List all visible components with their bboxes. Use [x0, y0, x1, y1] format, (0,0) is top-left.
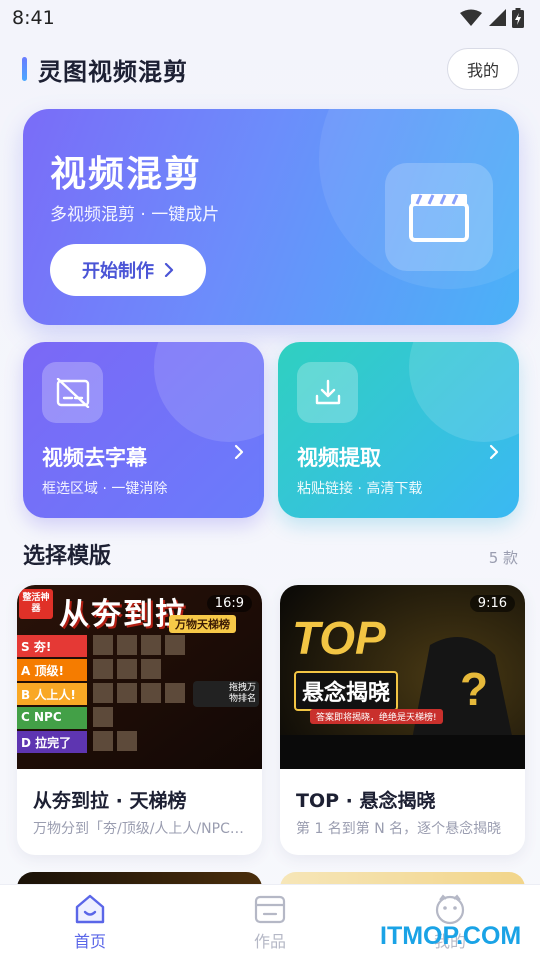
tab-home[interactable]: 首页 [50, 893, 130, 952]
thumb-tier-d: D 拉完了 [21, 736, 72, 750]
thumb-caption: 答案即将揭晓，绝绝是天梯榜! [310, 709, 443, 724]
tab-home-label: 首页 [73, 932, 106, 951]
wifi-icon [460, 9, 482, 26]
template-thumbnail: ? TOP 悬念揭晓 答案即将揭晓，绝绝是天梯榜! 9:16 [280, 585, 525, 769]
app-title: 灵图视频混剪 [38, 58, 188, 86]
template-title: 从夯到拉 · 天梯榜 [33, 790, 187, 812]
app-header: 灵图视频混剪 我的 [0, 48, 540, 90]
thumb-subline: 万物天梯榜 [169, 615, 236, 633]
card-decor-circle [409, 342, 519, 442]
template-description: 第 1 名到第 N 名，逐个悬念揭晓 [296, 821, 502, 837]
video-extract-subtitle: 粘贴链接 · 高清下载 [297, 481, 423, 497]
mine-button[interactable]: 我的 [447, 48, 519, 90]
svg-text:?: ? [460, 663, 488, 715]
thumb-subline: 悬念揭晓 [294, 671, 399, 711]
card-decor-circle [154, 342, 264, 442]
profile-icon [435, 894, 465, 925]
subtitle-off-icon [42, 362, 103, 423]
template-title: TOP · 悬念揭晓 [296, 790, 436, 812]
folder-icon [254, 895, 286, 924]
hero-subtitle: 多视频混剪 · 一键成片 [50, 205, 220, 225]
remove-subtitle-card[interactable]: 视频去字幕 框选区域 · 一键消除 [23, 342, 264, 518]
thumb-side-note: 拖拽万物排名 [229, 683, 257, 704]
video-extract-title: 视频提取 [297, 446, 381, 470]
tab-works-label: 作品 [253, 932, 286, 951]
status-time: 8:41 [12, 7, 55, 29]
chevron-right-icon [234, 444, 244, 460]
thumb-headline: TOP [292, 612, 386, 664]
remove-subtitle-title: 视频去字幕 [42, 446, 147, 470]
remove-subtitle-subtitle: 框选区域 · 一键消除 [42, 481, 168, 497]
home-icon [75, 894, 105, 924]
aspect-ratio-badge: 16:9 [206, 595, 252, 612]
aspect-ratio-badge: 9:16 [469, 595, 515, 612]
thumb-tier-b: B 人上人! [21, 688, 76, 702]
hero-title: 视频混剪 [50, 154, 203, 195]
battery-icon [512, 8, 524, 28]
thumb-tier-a: A 顶级! [21, 664, 64, 678]
template-description: 万物分到「夯/顶级/人上人/NPC/拉完了」 [33, 821, 248, 837]
template-count: 5 款 [488, 549, 518, 567]
thumb-badge: 整活神器 [22, 593, 50, 614]
start-create-button[interactable]: 开始制作 [50, 244, 206, 296]
site-watermark: ITMOP.COM [380, 922, 522, 950]
thumb-tier-s: S 夯! [21, 640, 52, 654]
thumb-headline: 从夯到拉 [59, 597, 187, 632]
video-extract-card[interactable]: 视频提取 粘贴链接 · 高清下载 [278, 342, 519, 518]
hero-video-mix-card[interactable]: 视频混剪 多视频混剪 · 一键成片 开始制作 [23, 109, 519, 325]
download-icon [297, 362, 358, 423]
chevron-right-icon [164, 263, 174, 277]
status-bar: 8:41 [0, 0, 540, 36]
template-card-top-reveal[interactable]: ? TOP 悬念揭晓 答案即将揭晓，绝绝是天梯榜! 9:16 TOP · 悬念揭… [280, 585, 525, 855]
status-icons [460, 8, 524, 28]
template-thumbnail: 整活神器 从夯到拉 万物天梯榜 S 夯! A 顶级! B 人上人! C NPC … [17, 585, 262, 769]
tab-works[interactable]: 作品 [230, 893, 310, 952]
start-create-label: 开始制作 [82, 261, 154, 282]
template-section-title: 选择模版 [23, 544, 112, 569]
thumb-tier-c: C NPC [21, 710, 62, 724]
cellular-signal-icon [489, 9, 506, 26]
title-accent-bar [22, 57, 27, 81]
chevron-right-icon [489, 444, 499, 460]
template-card-tier-list[interactable]: 整活神器 从夯到拉 万物天梯榜 S 夯! A 顶级! B 人上人! C NPC … [17, 585, 262, 855]
clapperboard-icon [385, 163, 493, 271]
